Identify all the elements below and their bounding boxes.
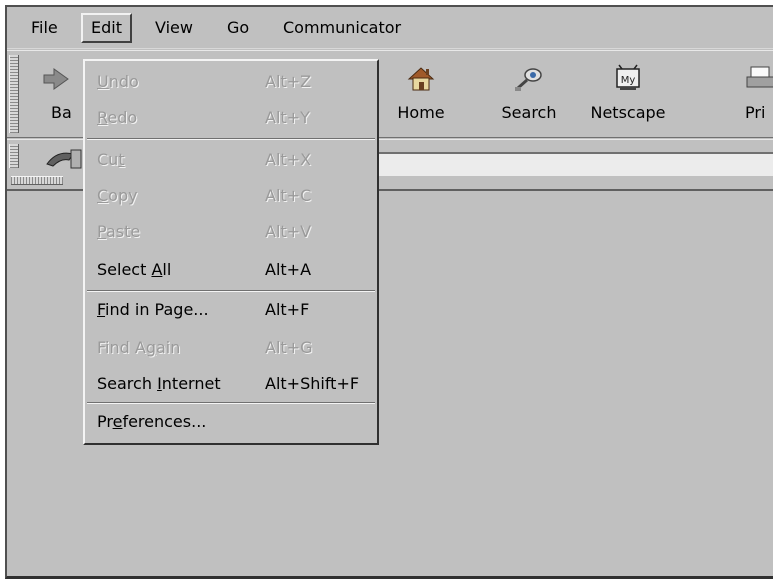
menu-item-undo[interactable]: Undo Alt+Z xyxy=(85,65,377,99)
print-label: Pri xyxy=(745,103,766,122)
print-button[interactable]: Pri xyxy=(731,63,773,129)
menu-item-find-again[interactable]: Find Again Alt+G xyxy=(85,331,377,365)
menu-item-preferences[interactable]: Preferences... xyxy=(85,405,377,439)
shortcut-find-again: Alt+G xyxy=(265,338,313,357)
shortcut-find-in-page: Alt+F xyxy=(265,300,310,319)
menu-item-paste[interactable]: Paste Alt+V xyxy=(85,215,377,249)
toolbar-grip[interactable] xyxy=(9,55,19,133)
shortcut-paste: Alt+V xyxy=(265,222,312,241)
back-label: Ba xyxy=(51,103,72,122)
back-arrow-icon xyxy=(43,68,69,90)
menu-item-copy[interactable]: Copy Alt+C xyxy=(85,179,377,213)
shortcut-search-internet: Alt+Shift+F xyxy=(265,374,360,393)
search-icon xyxy=(515,68,542,91)
print-icon xyxy=(746,66,773,88)
home-label: Home xyxy=(397,103,445,122)
menu-separator xyxy=(87,138,375,140)
menu-go[interactable]: Go xyxy=(219,13,257,43)
location-grip[interactable] xyxy=(9,144,19,168)
menu-item-search-internet[interactable]: Search Internet Alt+Shift+F xyxy=(85,367,377,401)
menu-item-select-all[interactable]: Select All Alt+A xyxy=(85,253,377,287)
menu-communicator[interactable]: Communicator xyxy=(275,13,409,43)
menu-item-find-in-page[interactable]: Find in Page... Alt+F xyxy=(85,293,377,327)
my-netscape-button[interactable]: My Netscape xyxy=(583,63,673,129)
my-netscape-icon: My xyxy=(616,64,640,90)
shortcut-redo: Alt+Y xyxy=(265,108,310,127)
my-netscape-label: Netscape xyxy=(590,103,666,122)
shortcut-copy: Alt+C xyxy=(265,186,312,205)
home-button[interactable]: Home xyxy=(391,63,451,129)
menu-item-redo[interactable]: Redo Alt+Y xyxy=(85,101,377,135)
browser-window: File Edit View Go Communicator Ba Home S… xyxy=(5,5,773,579)
bookmarks-icon[interactable] xyxy=(43,146,83,172)
svg-text:My: My xyxy=(621,75,636,86)
menu-item-cut[interactable]: Cut Alt+X xyxy=(85,143,377,177)
location-field[interactable] xyxy=(377,152,773,176)
edit-menu-dropdown: Undo Alt+Z Redo Alt+Y Cut Alt+X Copy Alt… xyxy=(83,59,379,445)
menu-file[interactable]: File xyxy=(23,13,66,43)
menu-separator xyxy=(87,290,375,292)
shortcut-undo: Alt+Z xyxy=(265,72,312,91)
home-icon xyxy=(407,67,435,91)
search-button[interactable]: Search xyxy=(491,63,567,129)
search-label: Search xyxy=(501,103,557,122)
menu-edit[interactable]: Edit xyxy=(81,13,132,43)
shortcut-cut: Alt+X xyxy=(265,150,312,169)
menubar: File Edit View Go Communicator xyxy=(7,7,773,49)
personal-toolbar-grip[interactable] xyxy=(11,176,63,185)
menu-separator xyxy=(87,402,375,404)
menu-view[interactable]: View xyxy=(147,13,201,43)
back-button[interactable]: Ba xyxy=(31,63,81,129)
shortcut-select-all: Alt+A xyxy=(265,260,312,279)
